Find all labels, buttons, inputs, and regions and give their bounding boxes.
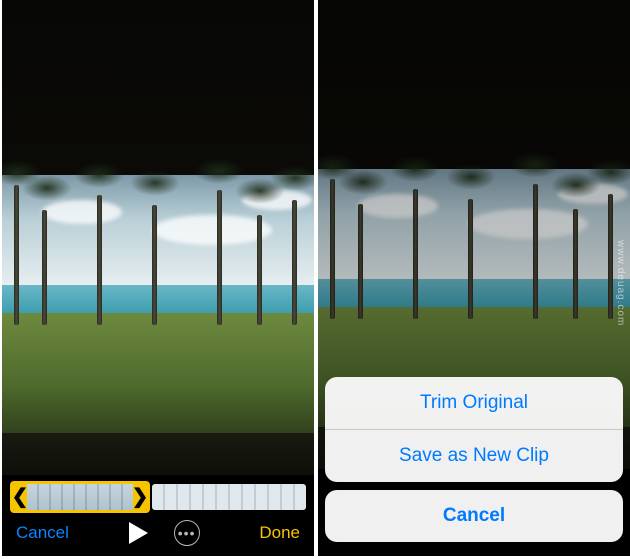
palm-tree (292, 200, 297, 325)
action-sheet-cancel-button[interactable]: Cancel (325, 490, 623, 542)
cloud-decoration (42, 200, 122, 224)
trim-handle-left[interactable]: ❮ (13, 484, 27, 510)
trim-original-button[interactable]: Trim Original (325, 377, 623, 429)
palm-fronds (194, 158, 244, 184)
palm-tree (97, 195, 102, 325)
palm-tree (14, 185, 19, 325)
cloud-decoration (152, 215, 272, 245)
editor-action-row: Cancel ••• Done (2, 514, 314, 552)
phone-screenshot-action-sheet: Trim Original Save as New Clip Cancel (318, 0, 630, 556)
trim-selection[interactable]: ❮ ❯ (10, 481, 150, 513)
more-options-icon[interactable]: ••• (174, 520, 200, 546)
palm-tree (217, 190, 222, 325)
play-icon[interactable] (129, 522, 148, 544)
save-as-new-clip-button[interactable]: Save as New Clip (325, 430, 623, 482)
palm-fronds (130, 170, 180, 196)
trim-handle-right[interactable]: ❯ (133, 484, 147, 510)
done-button[interactable]: Done (259, 523, 300, 543)
palm-fronds (74, 162, 124, 188)
palm-tree (152, 205, 157, 325)
video-preview (2, 0, 314, 475)
timeline-unselected-frames[interactable] (152, 484, 306, 510)
palm-tree (257, 215, 262, 325)
trim-action-sheet: Trim Original Save as New Clip Cancel (325, 377, 623, 550)
center-controls: ••• (129, 520, 200, 546)
trim-selected-frames (27, 484, 133, 510)
video-timeline[interactable]: ❮ ❯ (10, 481, 306, 513)
comparison-stage: ❮ ❯ Cancel ••• Done (0, 0, 630, 559)
action-sheet-cancel-group: Cancel (325, 490, 623, 542)
editor-toolbar: ❮ ❯ Cancel ••• Done (2, 475, 314, 556)
palm-fronds (22, 175, 72, 201)
action-sheet-options: Trim Original Save as New Clip (325, 377, 623, 482)
cancel-button[interactable]: Cancel (16, 523, 69, 543)
palm-fronds (270, 165, 314, 191)
palm-tree (42, 210, 47, 325)
phone-screenshot-trim-editor: ❮ ❯ Cancel ••• Done (2, 0, 314, 556)
